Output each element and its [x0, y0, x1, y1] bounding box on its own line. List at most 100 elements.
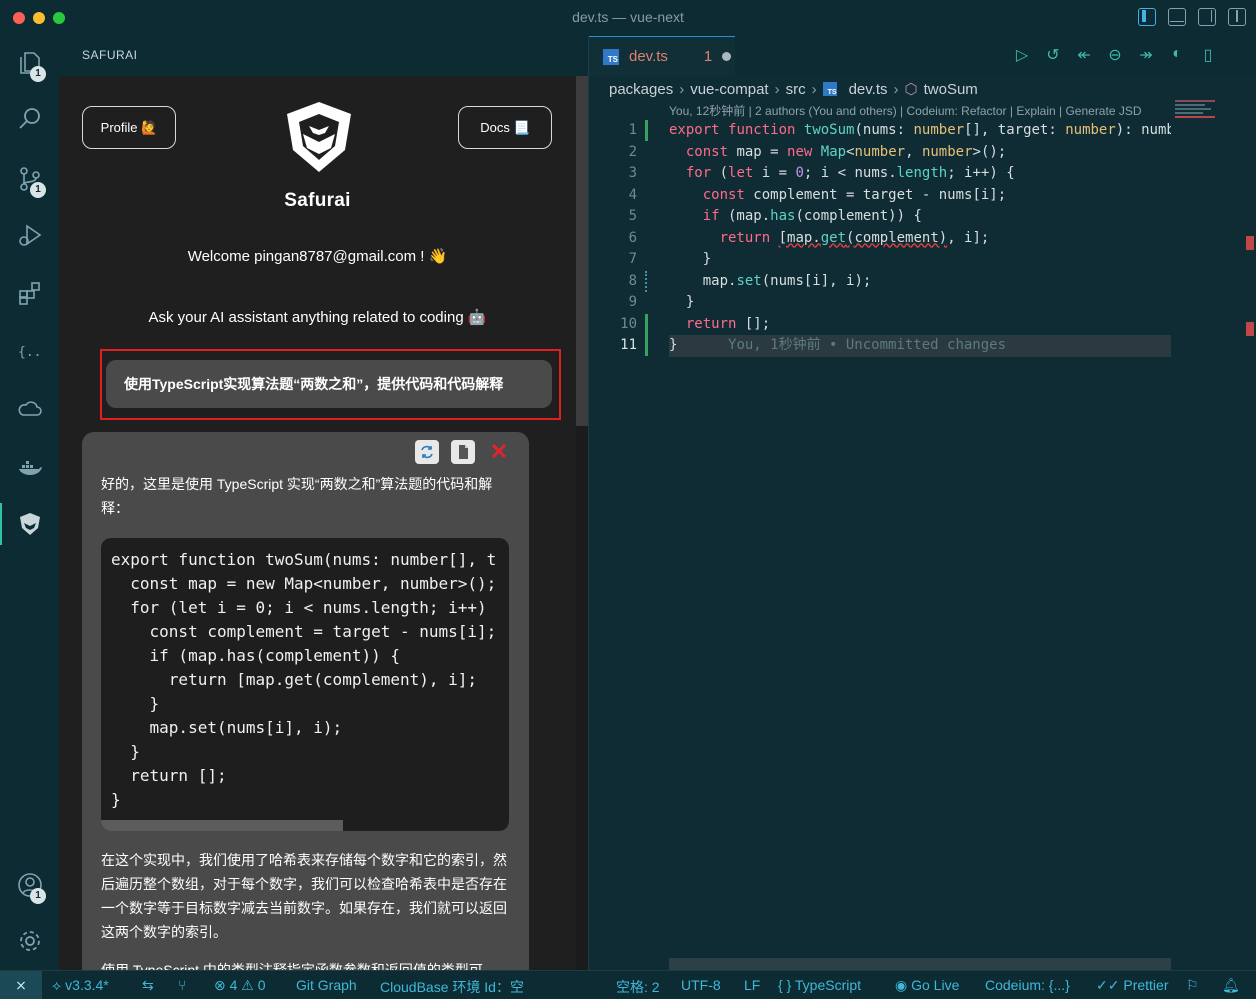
tab-dev-ts[interactable]: TS dev.ts 1	[589, 36, 735, 76]
run-debug-icon[interactable]	[0, 212, 59, 258]
docker-icon[interactable]	[0, 444, 59, 490]
toggle-secondary-sidebar-icon[interactable]	[1198, 8, 1216, 26]
feedback-icon[interactable]: ⚐	[1186, 977, 1199, 994]
docs-button[interactable]: Docs 📃	[458, 106, 552, 149]
brand-name: Safurai	[284, 190, 351, 211]
code-block-scrollbar[interactable]	[101, 820, 343, 831]
customize-layout-icon[interactable]	[1228, 8, 1246, 26]
go-live-button[interactable]: ◉ Go Live	[895, 977, 959, 994]
end-of-line[interactable]: LF	[744, 977, 760, 993]
git-graph-button[interactable]: Git Graph	[296, 977, 357, 993]
scm-badge: 1	[30, 182, 46, 198]
answer-code: export function twoSum(nums: number[], t…	[111, 550, 497, 809]
breadcrumb-item[interactable]: dev.ts	[849, 81, 888, 98]
explorer-icon[interactable]: 1	[0, 40, 59, 86]
tab-label: dev.ts	[629, 48, 668, 65]
cloudbase-icon[interactable]	[0, 386, 59, 432]
status-bar: ⨯ ⟡ v3.3.4* ⇆ ⑂ ⊗ 4 ⚠ 0 Git Graph CloudB…	[0, 970, 1256, 999]
close-answer-icon[interactable]: ✕	[487, 439, 511, 464]
overview-ruler[interactable]	[1244, 96, 1256, 970]
extensions-icon[interactable]	[0, 270, 59, 316]
toggle-primary-sidebar-icon[interactable]	[1138, 8, 1156, 26]
remote-icon[interactable]: ⨯	[0, 971, 42, 999]
webview-scrollbar[interactable]	[576, 76, 588, 426]
line-number: 2	[628, 143, 637, 160]
diff-icon[interactable]: ⊖	[1106, 45, 1124, 65]
answer-code-block[interactable]: export function twoSum(nums: number[], t…	[101, 538, 509, 831]
json-outline-icon[interactable]: {...}	[0, 328, 59, 374]
code-line: return [];	[685, 315, 771, 332]
prettier-status[interactable]: ✓✓ Prettier	[1096, 977, 1168, 994]
breadcrumb-item[interactable]: src	[786, 81, 806, 98]
editor-horizontal-scrollbar[interactable]	[669, 958, 1171, 970]
search-icon[interactable]	[0, 96, 59, 142]
breadcrumb-item[interactable]: vue-compat	[690, 81, 768, 98]
encoding[interactable]: UTF-8	[681, 977, 721, 993]
unsaved-dot-icon[interactable]	[722, 52, 732, 61]
breadcrumb-item[interactable]: twoSum	[924, 81, 978, 98]
notifications-bell-icon[interactable]: 🔔︎	[1222, 977, 1240, 994]
tab-problem-count: 1	[703, 48, 713, 65]
code-line: export function twoSum(nums: number[], t…	[669, 122, 1171, 138]
code-line: if (map.has(complement)) {	[702, 208, 922, 224]
answer-toolbar: ✕	[415, 439, 511, 464]
editor-actions: ▷ ↺ ↞ ⊖ ↠ ◐ ▯	[1013, 45, 1217, 65]
chevron-right-icon: ›	[679, 80, 685, 98]
git-lens-icon[interactable]: ◐	[1168, 45, 1186, 65]
breadcrumb: packages › vue-compat › src › TS dev.ts …	[609, 80, 978, 99]
chevron-right-icon: ›	[811, 80, 817, 98]
git-added-marker[interactable]	[645, 314, 648, 356]
codeium-status[interactable]: Codeium: {...}	[985, 977, 1070, 993]
answer-intro: 好的，这里是使用 TypeScript 实现“两数之和”算法题的代码和解释：	[101, 476, 493, 516]
copy-icon[interactable]	[451, 440, 475, 464]
svg-text:{...}: {...}	[18, 345, 44, 360]
line-number-gutter: 1 2 3 4 5 6 7 8 9 10 11	[589, 120, 649, 357]
code-line: return [map.get(complement), i];	[719, 229, 990, 246]
code-line: }	[669, 294, 695, 310]
layout-controls	[1138, 8, 1246, 26]
code-line: map.set(nums[i], i);	[669, 272, 872, 289]
status-version[interactable]: ⟡ v3.3.4*	[52, 977, 109, 994]
problems-indicator[interactable]: ⊗ 4 ⚠ 0	[214, 977, 266, 994]
previous-change-icon[interactable]: ↞	[1075, 45, 1093, 65]
line-number: 5	[628, 208, 637, 224]
git-modified-marker[interactable]	[645, 271, 648, 292]
tab-bar: TS dev.ts 1 ▷ ↺ ↞ ⊖ ↠ ◐ ▯	[589, 36, 1256, 76]
toggle-panel-icon[interactable]	[1168, 8, 1186, 26]
minimap[interactable]	[1171, 96, 1243, 496]
git-modified-marker[interactable]	[645, 120, 648, 141]
breadcrumb-item[interactable]: packages	[609, 81, 673, 98]
inline-blame: You, 1秒钟前 • Uncommitted changes	[728, 337, 1007, 353]
timeline-icon[interactable]: ↺	[1044, 45, 1062, 65]
split-editor-icon[interactable]: ▯	[1199, 45, 1217, 65]
code-line: const map = new Map<number, number>();	[685, 143, 1007, 160]
run-icon[interactable]: ▷	[1013, 45, 1031, 65]
user-query[interactable]: 使用TypeScript实现算法题“两数之和”，提供代码和代码解释	[106, 360, 552, 408]
code-line: }	[669, 251, 712, 267]
profile-button[interactable]: Profile 🙋	[82, 106, 176, 149]
line-number: 4	[628, 186, 637, 203]
editor-area: TS dev.ts 1 ▷ ↺ ↞ ⊖ ↠ ◐ ▯ packages › vue…	[588, 36, 1256, 970]
accounts-icon[interactable]: 1	[0, 862, 59, 908]
regenerate-icon[interactable]	[415, 440, 439, 464]
welcome-message: Welcome pingan8787@gmail.com ! 👋	[187, 248, 448, 265]
explorer-badge: 1	[30, 66, 46, 82]
next-change-icon[interactable]: ↠	[1137, 45, 1155, 65]
indentation-spaces[interactable]: 空格: 2	[616, 977, 660, 997]
symbol-method-icon: ⬡	[904, 81, 918, 98]
settings-gear-icon[interactable]	[0, 918, 59, 964]
codelens-line[interactable]: You, 12秒钟前 | 2 authors (You and others) …	[669, 102, 1142, 119]
language-mode[interactable]: { } TypeScript	[778, 977, 861, 993]
chevron-right-icon: ›	[774, 80, 780, 98]
git-fork-icon[interactable]: ⑂	[178, 977, 186, 993]
safurai-icon[interactable]	[0, 501, 59, 547]
answer-explanation: 在这个实现中，我们使用了哈希表来存储每个数字和它的索引，然后遍历整个数组，对于每…	[101, 852, 507, 940]
cloudbase-env[interactable]: CloudBase 环境 Id：空	[380, 977, 524, 997]
sync-icon[interactable]: ⇆	[142, 977, 154, 994]
sidebar-title: SAFURAI	[82, 48, 138, 62]
line-number: 7	[628, 251, 637, 267]
source-control-icon[interactable]: 1	[0, 156, 59, 202]
code-area[interactable]: export function twoSum(nums: number[], t…	[669, 120, 1171, 357]
line-number: 10	[620, 315, 637, 332]
line-number: 11	[620, 337, 637, 353]
